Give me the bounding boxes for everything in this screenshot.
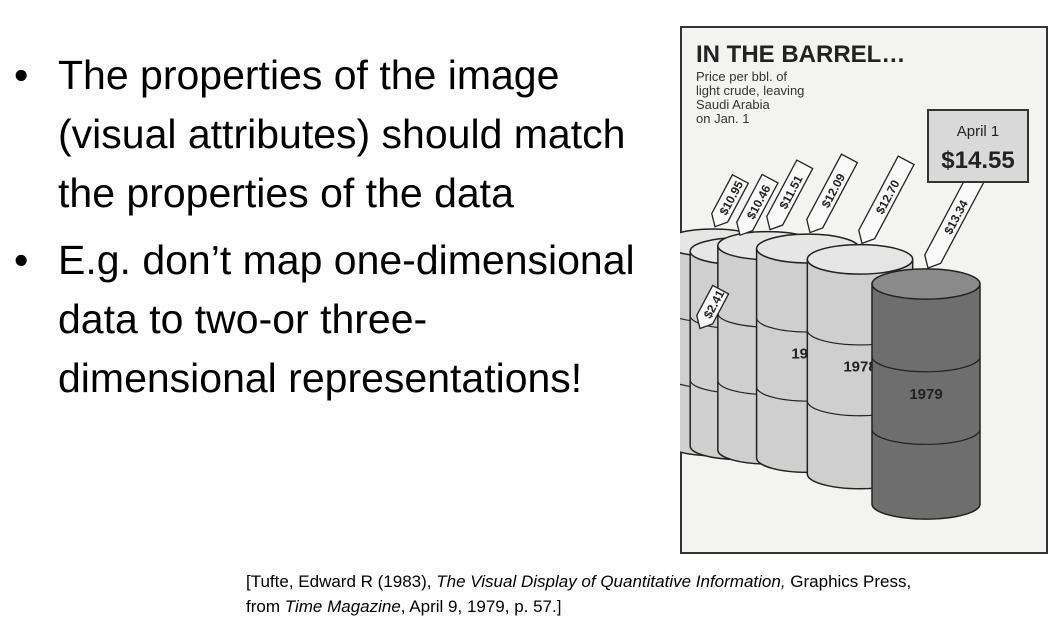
chart-subtitle-line: Saudi Arabia — [696, 97, 770, 112]
bullet-text: The properties of the image (visual attr… — [58, 52, 626, 216]
bullet-dot-icon: • — [14, 52, 29, 98]
bullet-item: • The properties of the image (visual at… — [14, 46, 654, 223]
citation-publisher: Graphics Press, — [785, 572, 912, 591]
citation-end: , April 9, 1979, p. 57.] — [400, 597, 562, 616]
april-annotation: April 1 $14.55 — [927, 109, 1029, 183]
citation-book: The Visual Display of Quantitative Infor… — [436, 572, 786, 591]
chart-title: IN THE BARREL… — [696, 41, 905, 68]
annotation-label: April 1 — [957, 123, 1000, 140]
bullet-list: • The properties of the image (visual at… — [14, 46, 654, 416]
citation-magazine: Time Magazine — [284, 597, 401, 616]
barrel-lid — [871, 268, 981, 300]
chart-subtitle-line: Price per bbl. of — [696, 69, 787, 84]
annotation-value: $14.55 — [941, 147, 1014, 174]
citation-from: from — [246, 597, 285, 616]
chart-subtitle-line: on Jan. 1 — [696, 111, 750, 126]
barrel-chart-svg: IN THE BARREL… Price per bbl. oflight cr… — [680, 26, 1048, 554]
chart-subtitle-line: light crude, leaving — [696, 83, 804, 98]
citation-open: [Tufte, Edward R (1983), — [246, 572, 437, 591]
barrel-chart: IN THE BARREL… Price per bbl. of light cr… — [680, 26, 1048, 554]
barrel-lid — [806, 243, 914, 275]
barrel: 1979 — [871, 268, 981, 520]
citation: [Tufte, Edward R (1983), The Visual Disp… — [246, 569, 1046, 619]
bullet-item: • E.g. don’t map one-dimensional data to… — [14, 231, 654, 408]
bullet-dot-icon: • — [14, 237, 29, 283]
bullet-text: E.g. don’t map one-dimensional data to t… — [58, 237, 635, 401]
barrel-year-label: 1979 — [909, 386, 942, 403]
